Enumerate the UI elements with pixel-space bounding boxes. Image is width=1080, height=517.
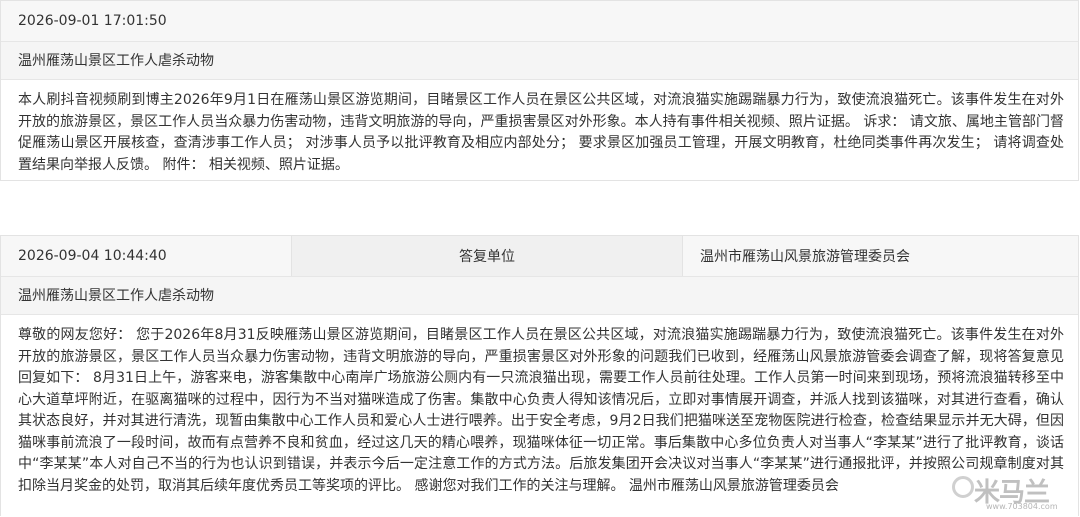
reply-title: 温州雁荡山景区工作人虐杀动物 xyxy=(18,287,214,304)
complaint-content: 本人刷抖音视频刷到博主2026年9月1日在雁荡山景区游览期间，目睹景区工作人员在… xyxy=(18,92,1064,173)
complaint-title: 温州雁荡山景区工作人虐杀动物 xyxy=(18,52,214,69)
reply-unit-label: 答复单位 xyxy=(291,236,683,276)
reply-date: 2026-09-04 10:44:40 xyxy=(18,248,167,264)
reply-content: 尊敬的网友您好： 您于2026年8月31反映雁荡山景区游览期间，目睹景区工作人员… xyxy=(18,327,1064,494)
reply-unit-name: 温州市雁荡山风景旅游管理委员会 xyxy=(700,249,910,265)
reply-title-row: 温州雁荡山景区工作人虐杀动物 xyxy=(1,277,1078,315)
complaint-date: 2026-09-01 17:01:50 xyxy=(18,13,167,29)
reply-header-row: 2026-09-04 10:44:40 答复单位 温州市雁荡山风景旅游管理委员会 xyxy=(1,236,1078,277)
reply-card: 2026-09-04 10:44:40 答复单位 温州市雁荡山风景旅游管理委员会… xyxy=(0,235,1079,516)
complaint-header-row: 2026-09-01 17:01:50 xyxy=(1,1,1078,42)
complaint-card: 2026-09-01 17:01:50 温州雁荡山景区工作人虐杀动物 本人刷抖音… xyxy=(0,0,1079,181)
complaint-title-row: 温州雁荡山景区工作人虐杀动物 xyxy=(1,42,1078,80)
